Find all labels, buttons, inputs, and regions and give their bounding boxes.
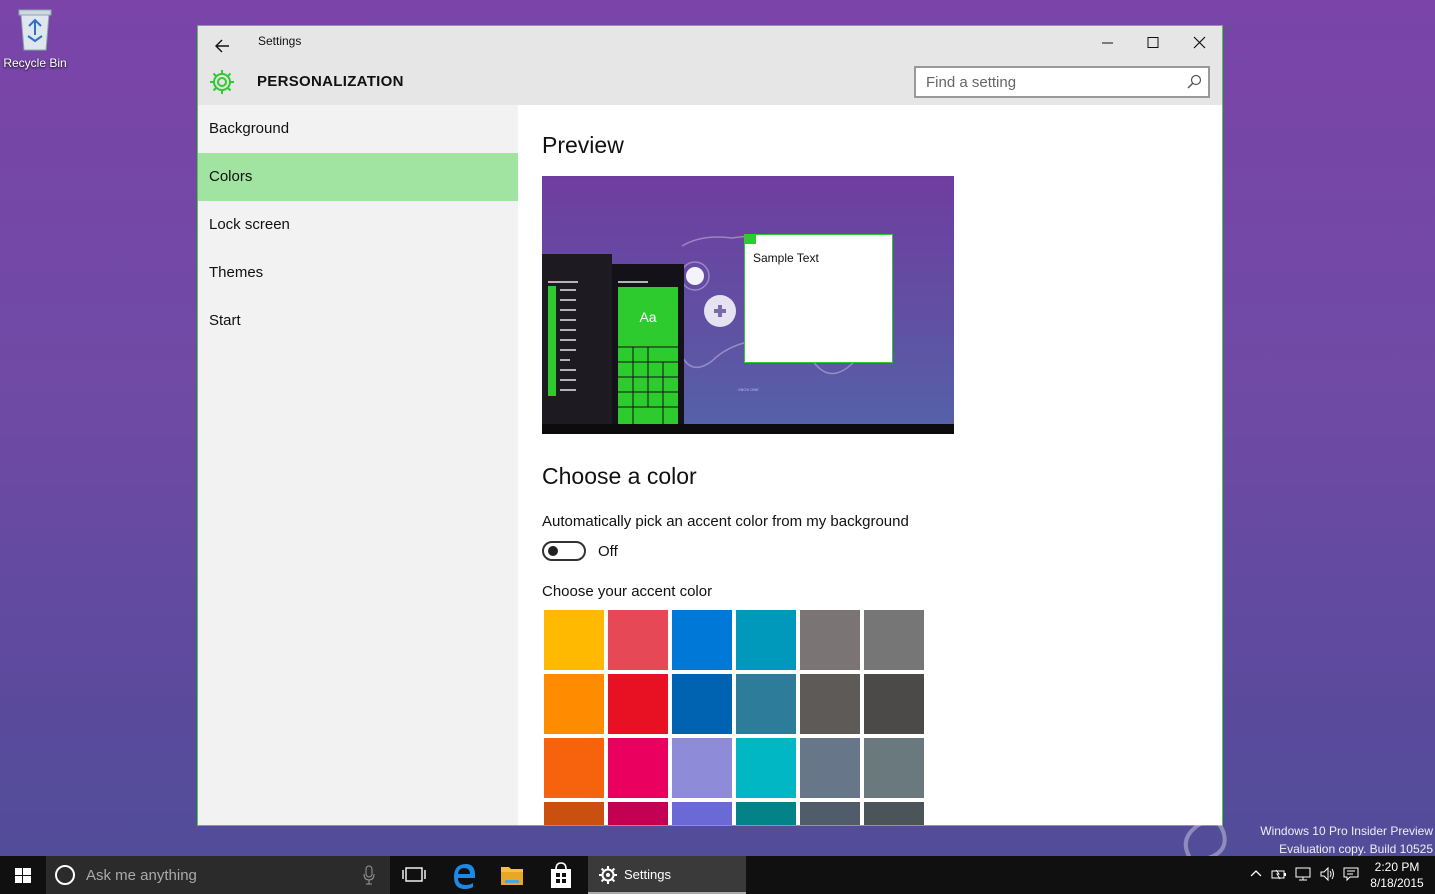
battery-icon[interactable] (1271, 866, 1287, 882)
sidebar-item-themes[interactable]: Themes (198, 249, 518, 297)
preview-sample-text: Sample Text (753, 251, 819, 265)
windows-start-icon[interactable] (0, 856, 46, 894)
accent-color-swatch[interactable] (544, 738, 604, 798)
action-center-icon[interactable] (1343, 866, 1359, 882)
auto-accent-label: Automatically pick an accent color from … (542, 513, 909, 530)
watermark: Windows 10 Pro Insider Preview Evaluatio… (1220, 822, 1433, 858)
accent-color-swatch[interactable] (736, 738, 796, 798)
accent-color-swatch[interactable] (544, 674, 604, 734)
auto-accent-toggle[interactable] (542, 541, 586, 561)
accent-color-swatch[interactable] (672, 610, 732, 670)
accent-color-swatch[interactable] (672, 674, 732, 734)
search-box[interactable] (914, 66, 1210, 98)
accent-color-swatch[interactable] (864, 802, 924, 825)
network-icon[interactable] (1295, 866, 1311, 882)
clock-time: 2:20 PM (1374, 860, 1420, 874)
accent-color-swatch[interactable] (544, 610, 604, 670)
window-title: Settings (258, 34, 302, 48)
taskbar-search-placeholder: Ask me anything (86, 867, 197, 884)
taskbar-search[interactable]: Ask me anything (46, 856, 390, 894)
accent-color-swatch[interactable] (864, 674, 924, 734)
preview-image: XBOX ONE Aa Sample Text (542, 176, 954, 434)
close-button[interactable] (1176, 28, 1222, 58)
accent-color-grid (544, 610, 928, 825)
choose-color-heading: Choose a color (542, 463, 697, 489)
recycle-bin-label: Recycle Bin (3, 56, 67, 70)
accent-color-swatch[interactable] (800, 738, 860, 798)
taskbar-clock[interactable]: 2:20 PM 8/18/2015 (1365, 859, 1429, 891)
back-arrow-icon[interactable] (208, 32, 238, 60)
accent-color-swatch[interactable] (800, 610, 860, 670)
file-explorer-icon[interactable] (488, 856, 536, 894)
svg-text:XBOX ONE: XBOX ONE (738, 387, 759, 392)
toggle-state-label: Off (598, 543, 618, 560)
settings-window: Settings PERSONALIZATION Background Colo… (197, 25, 1223, 826)
accent-color-swatch[interactable] (800, 802, 860, 825)
recycle-bin-icon (18, 9, 52, 51)
store-icon[interactable] (537, 856, 585, 894)
accent-color-swatch[interactable] (672, 802, 732, 825)
sidebar-item-start[interactable]: Start (198, 297, 518, 345)
gear-icon (210, 70, 234, 94)
recycle-bin[interactable]: Recycle Bin (2, 4, 68, 70)
search-icon[interactable] (1186, 74, 1202, 90)
preview-heading: Preview (542, 132, 624, 158)
accent-color-swatch[interactable] (864, 610, 924, 670)
taskbar-settings-label: Settings (624, 867, 671, 882)
main-content: Preview XBOX ONE Aa Sample Text Choose a… (518, 105, 1222, 825)
accent-color-swatch[interactable] (736, 674, 796, 734)
minimize-button[interactable] (1084, 28, 1130, 58)
dpad-icon (704, 295, 736, 327)
accent-color-swatch[interactable] (544, 802, 604, 825)
title-bar: Settings PERSONALIZATION (198, 26, 1222, 105)
search-input[interactable] (916, 68, 1178, 96)
accent-color-swatch[interactable] (608, 610, 668, 670)
clock-date: 8/18/2015 (1370, 876, 1424, 890)
accent-color-swatch[interactable] (608, 674, 668, 734)
volume-icon[interactable] (1319, 866, 1335, 882)
accent-color-swatch[interactable] (736, 610, 796, 670)
task-view-icon[interactable] (390, 856, 438, 894)
sidebar-item-lock-screen[interactable]: Lock screen (198, 201, 518, 249)
chevron-up-icon[interactable] (1248, 866, 1264, 882)
toggle-knob (548, 546, 558, 556)
sidebar: Background Colors Lock screen Themes Sta… (198, 105, 518, 825)
microphone-icon[interactable] (362, 865, 376, 885)
accent-color-swatch[interactable] (736, 802, 796, 825)
watermark-line-1: Windows 10 Pro Insider Preview (1260, 824, 1433, 838)
edge-browser-icon[interactable] (440, 856, 488, 894)
taskbar: Ask me anything Settings 2:20 PM 8/18/20… (0, 856, 1435, 894)
accent-color-swatch[interactable] (608, 802, 668, 825)
accent-color-swatch[interactable] (800, 674, 860, 734)
taskbar-settings-app[interactable]: Settings (588, 856, 746, 894)
sidebar-item-colors[interactable]: Colors (198, 153, 518, 201)
accent-color-swatch[interactable] (864, 738, 924, 798)
settings-gear-icon (599, 866, 617, 884)
maximize-button[interactable] (1130, 28, 1176, 58)
accent-color-swatch[interactable] (608, 738, 668, 798)
accent-color-label: Choose your accent color (542, 583, 713, 600)
cortana-icon[interactable] (55, 865, 75, 885)
preview-illustration: XBOX ONE Aa Sample Text (542, 234, 954, 434)
sidebar-item-background[interactable]: Background (198, 105, 518, 153)
page-title: PERSONALIZATION (257, 73, 404, 90)
accent-color-swatch[interactable] (672, 738, 732, 798)
preview-tile-text: Aa (639, 309, 656, 325)
